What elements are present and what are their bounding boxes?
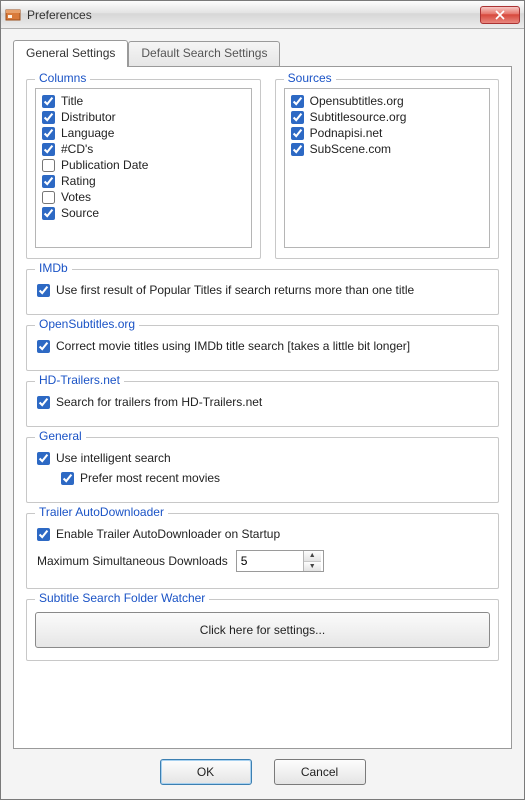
max-downloads-input[interactable] [237, 551, 303, 571]
opensubtitles-correct-titles-label: Correct movie titles using IMDb title se… [56, 339, 410, 353]
general-prefer-recent-label: Prefer most recent movies [80, 471, 220, 485]
column-item-language[interactable]: Language [42, 125, 245, 141]
column-checkbox-cds[interactable] [42, 143, 55, 156]
columns-listbox[interactable]: Title Distributor Language #CD's Publica… [35, 88, 252, 248]
title-bar: Preferences [1, 1, 524, 29]
source-item-opensubtitles[interactable]: Opensubtitles.org [291, 93, 483, 109]
opensubtitles-correct-titles-checkbox[interactable] [37, 340, 50, 353]
group-hdtrailers-legend: HD-Trailers.net [35, 373, 124, 387]
column-label: Rating [61, 174, 96, 188]
tab-panel-general: Columns Title Distributor Language #CD's… [13, 66, 512, 749]
general-intelligent-search[interactable]: Use intelligent search [37, 450, 488, 466]
spin-down-button[interactable]: ▼ [304, 562, 321, 572]
column-item-source[interactable]: Source [42, 205, 245, 221]
source-item-podnapisi[interactable]: Podnapisi.net [291, 125, 483, 141]
source-label: Subtitlesource.org [310, 110, 407, 124]
preferences-window: Preferences General Settings Default Sea… [0, 0, 525, 800]
column-label: Language [61, 126, 114, 140]
source-label: Opensubtitles.org [310, 94, 404, 108]
tab-general-settings[interactable]: General Settings [13, 40, 128, 67]
source-checkbox-opensubtitles[interactable] [291, 95, 304, 108]
column-label: Source [61, 206, 99, 220]
opensubtitles-correct-titles[interactable]: Correct movie titles using IMDb title se… [37, 338, 488, 354]
window-title: Preferences [27, 8, 480, 22]
column-label: Publication Date [61, 158, 148, 172]
source-checkbox-subtitlesource[interactable] [291, 111, 304, 124]
sources-listbox[interactable]: Opensubtitles.org Subtitlesource.org Pod… [284, 88, 490, 248]
column-item-votes[interactable]: Votes [42, 189, 245, 205]
group-general: General Use intelligent search Prefer mo… [26, 437, 499, 503]
column-item-cds[interactable]: #CD's [42, 141, 245, 157]
source-item-subscene[interactable]: SubScene.com [291, 141, 483, 157]
group-sources: Sources Opensubtitles.org Subtitlesource… [275, 79, 499, 259]
group-imdb-legend: IMDb [35, 261, 72, 275]
app-icon [5, 7, 21, 23]
group-hdtrailers: HD-Trailers.net Search for trailers from… [26, 381, 499, 427]
max-downloads-label: Maximum Simultaneous Downloads [37, 554, 228, 568]
column-item-rating[interactable]: Rating [42, 173, 245, 189]
source-item-subtitlesource[interactable]: Subtitlesource.org [291, 109, 483, 125]
source-label: Podnapisi.net [310, 126, 383, 140]
ok-button[interactable]: OK [160, 759, 252, 785]
source-label: SubScene.com [310, 142, 391, 156]
column-checkbox-language[interactable] [42, 127, 55, 140]
group-trailer-autodownloader: Trailer AutoDownloader Enable Trailer Au… [26, 513, 499, 589]
cancel-button[interactable]: Cancel [274, 759, 366, 785]
subtitle-watcher-settings-button[interactable]: Click here for settings... [35, 612, 490, 648]
column-checkbox-votes[interactable] [42, 191, 55, 204]
column-label: Title [61, 94, 83, 108]
column-label: Distributor [61, 110, 116, 124]
group-subtitle-watcher-legend: Subtitle Search Folder Watcher [35, 591, 209, 605]
trailer-enable-startup-checkbox[interactable] [37, 528, 50, 541]
column-item-publication-date[interactable]: Publication Date [42, 157, 245, 173]
imdb-use-first-result-label: Use first result of Popular Titles if se… [56, 283, 414, 297]
group-imdb: IMDb Use first result of Popular Titles … [26, 269, 499, 315]
source-checkbox-subscene[interactable] [291, 143, 304, 156]
general-prefer-recent[interactable]: Prefer most recent movies [61, 470, 488, 486]
client-area: General Settings Default Search Settings… [1, 29, 524, 799]
group-columns: Columns Title Distributor Language #CD's… [26, 79, 261, 259]
hdtrailers-search-trailers-label: Search for trailers from HD-Trailers.net [56, 395, 262, 409]
close-button[interactable] [480, 6, 520, 24]
column-checkbox-rating[interactable] [42, 175, 55, 188]
group-subtitle-watcher: Subtitle Search Folder Watcher Click her… [26, 599, 499, 661]
column-item-title[interactable]: Title [42, 93, 245, 109]
general-prefer-recent-checkbox[interactable] [61, 472, 74, 485]
spin-up-button[interactable]: ▲ [304, 551, 321, 562]
dialog-button-row: OK Cancel [13, 749, 512, 791]
column-item-distributor[interactable]: Distributor [42, 109, 245, 125]
tab-default-search-settings[interactable]: Default Search Settings [128, 41, 280, 66]
trailer-enable-startup[interactable]: Enable Trailer AutoDownloader on Startup [37, 526, 488, 542]
column-checkbox-title[interactable] [42, 95, 55, 108]
group-columns-legend: Columns [35, 71, 90, 85]
trailer-enable-startup-label: Enable Trailer AutoDownloader on Startup [56, 527, 280, 541]
group-trailer-autodownloader-legend: Trailer AutoDownloader [35, 505, 168, 519]
column-checkbox-publication-date[interactable] [42, 159, 55, 172]
group-general-legend: General [35, 429, 86, 443]
group-opensubtitles-legend: OpenSubtitles.org [35, 317, 139, 331]
hdtrailers-search-trailers-checkbox[interactable] [37, 396, 50, 409]
column-checkbox-distributor[interactable] [42, 111, 55, 124]
tab-strip: General Settings Default Search Settings [13, 39, 512, 66]
general-intelligent-search-label: Use intelligent search [56, 451, 171, 465]
max-downloads-spinner[interactable]: ▲ ▼ [236, 550, 324, 572]
group-sources-legend: Sources [284, 71, 336, 85]
source-checkbox-podnapisi[interactable] [291, 127, 304, 140]
group-opensubtitles: OpenSubtitles.org Correct movie titles u… [26, 325, 499, 371]
column-checkbox-source[interactable] [42, 207, 55, 220]
column-label: Votes [61, 190, 91, 204]
general-intelligent-search-checkbox[interactable] [37, 452, 50, 465]
column-label: #CD's [61, 142, 93, 156]
imdb-use-first-result[interactable]: Use first result of Popular Titles if se… [37, 282, 488, 298]
imdb-use-first-result-checkbox[interactable] [37, 284, 50, 297]
hdtrailers-search-trailers[interactable]: Search for trailers from HD-Trailers.net [37, 394, 488, 410]
